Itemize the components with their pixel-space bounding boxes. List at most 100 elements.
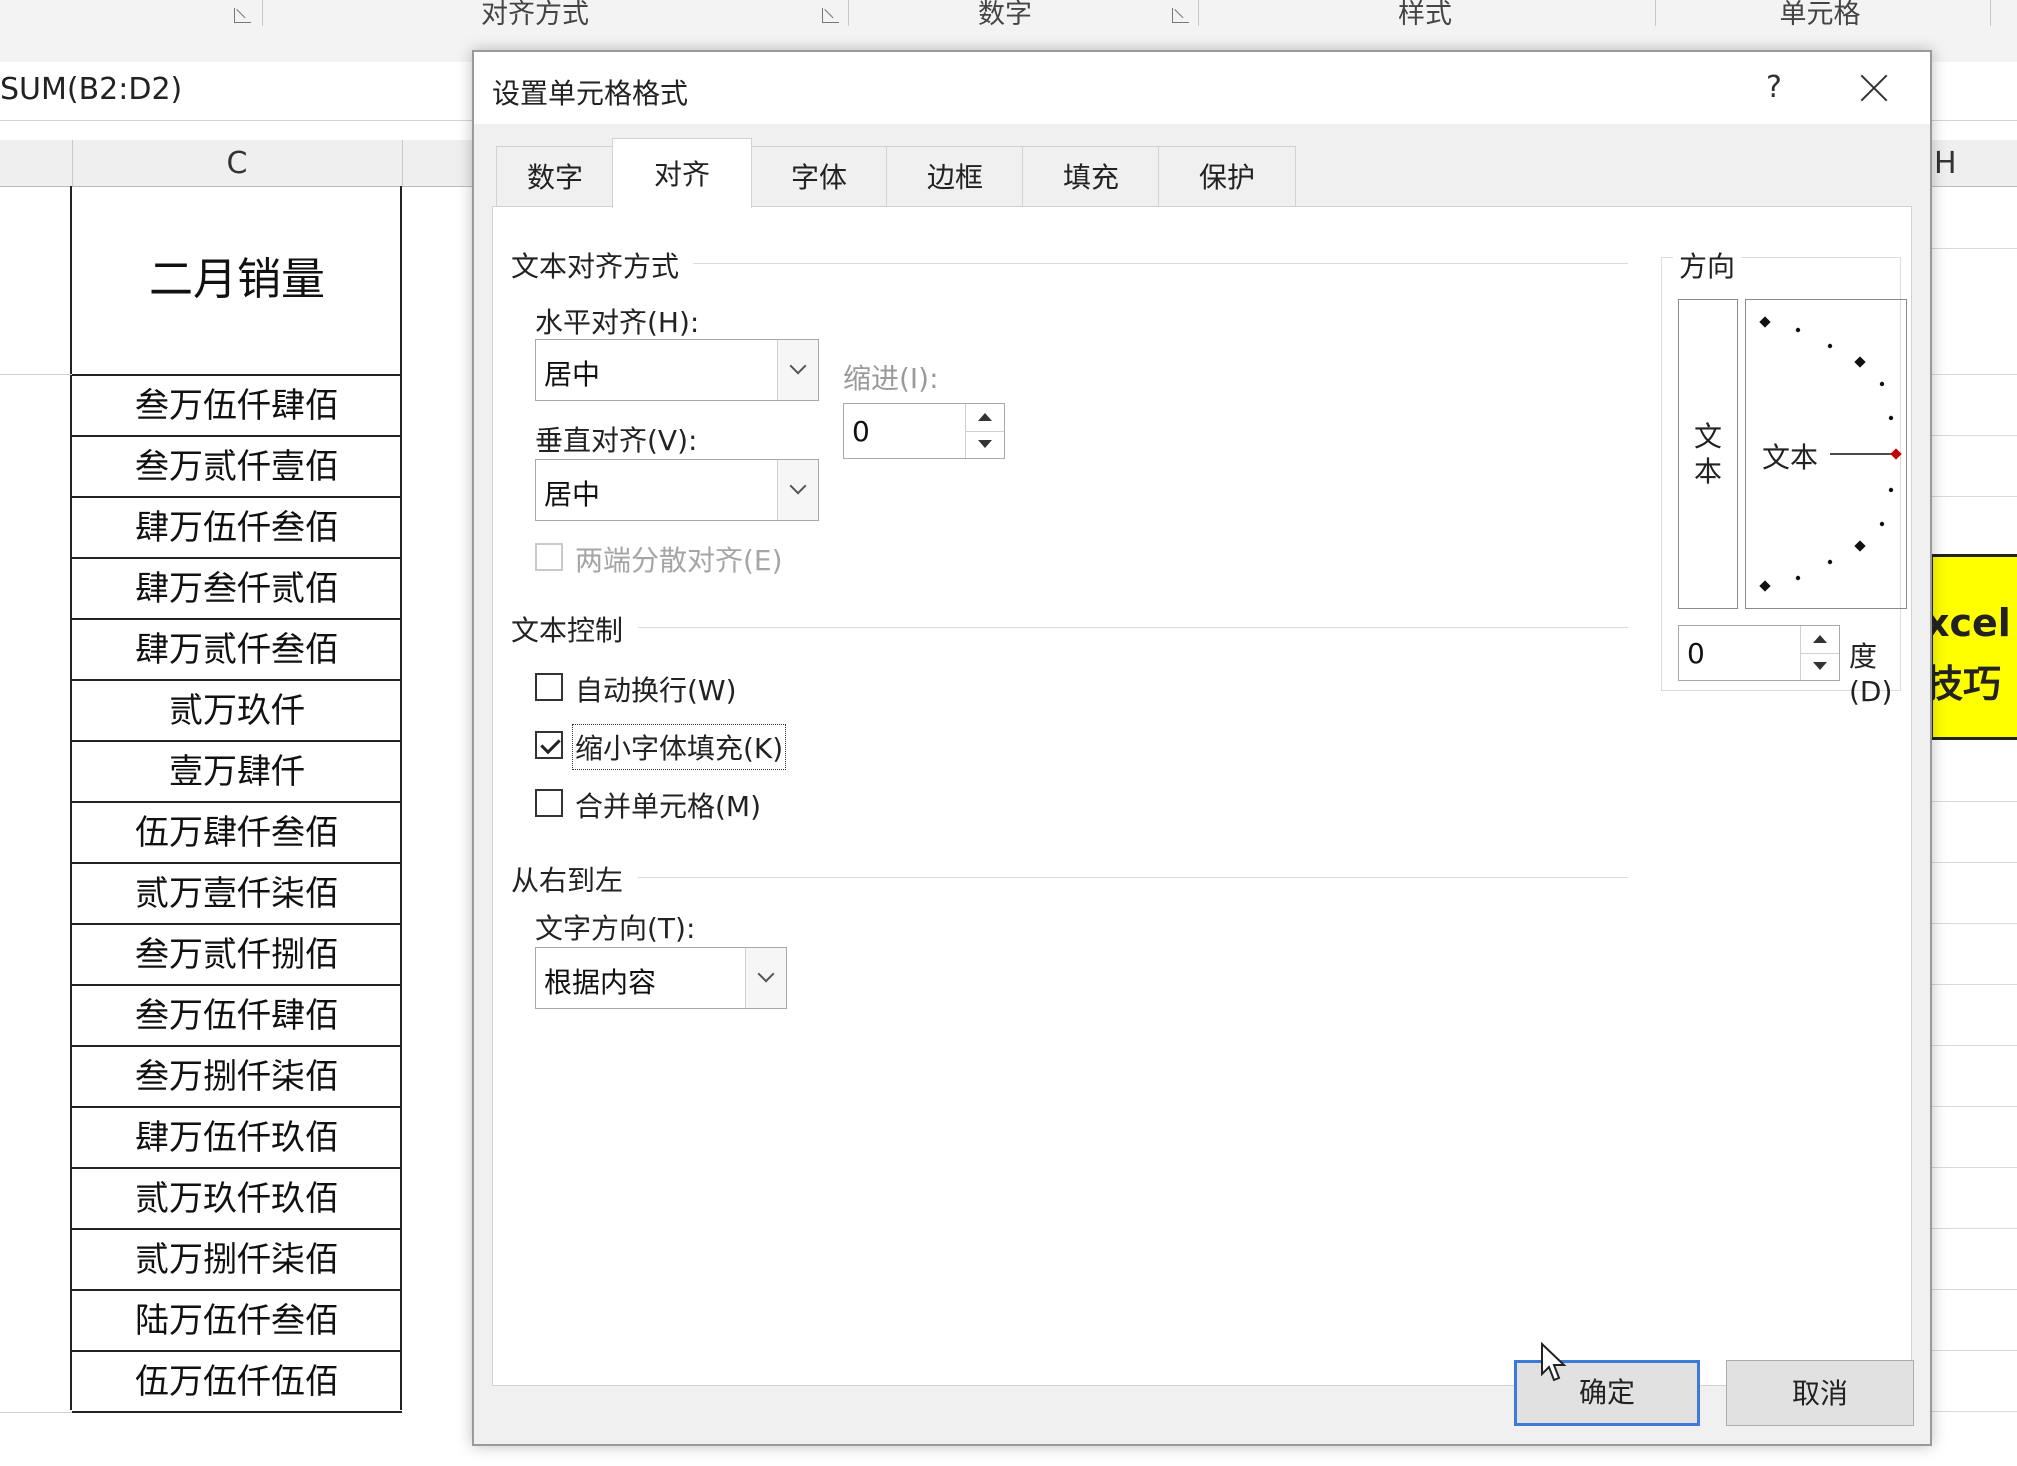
spin-up-icon[interactable] [966, 404, 1004, 432]
dial-dot-90-icon [1759, 316, 1771, 328]
tab-number[interactable]: 数字 [496, 146, 614, 206]
alignment-tab-panel: 文本对齐方式 水平对齐(H): 居中 缩进(I): 0 垂直对齐(V): 居中 … [492, 206, 1912, 1386]
dial-dot-icon [1879, 521, 1885, 527]
table-cell[interactable]: 叁万伍仟肆佰 [72, 376, 402, 437]
spin-down-icon[interactable] [966, 431, 1004, 458]
table-cell[interactable]: 伍万肆仟叁佰 [72, 803, 402, 864]
row-line [1930, 862, 2017, 863]
wrap-text-label[interactable]: 自动换行(W) [575, 669, 737, 709]
dial-dot-icon [1795, 327, 1801, 333]
row-line [1930, 801, 2017, 802]
orientation-dial[interactable]: 文本 [1745, 299, 1907, 609]
dial-dot-icon [1795, 575, 1801, 581]
indent-spinner[interactable]: 0 [843, 403, 1005, 459]
row-line [1930, 374, 2017, 375]
section-divider [693, 263, 1628, 264]
dial-dot-minus90-icon [1759, 580, 1771, 592]
dial-dot-minus45-icon [1854, 540, 1866, 552]
help-button[interactable]: ? [1754, 70, 1794, 105]
row-line [0, 1412, 72, 1413]
close-icon[interactable] [1854, 68, 1894, 108]
dial-dot-icon [1827, 343, 1833, 349]
row-line [1930, 984, 2017, 985]
table-cell[interactable]: 肆万伍仟叁佰 [72, 498, 402, 559]
chevron-down-icon[interactable] [777, 460, 818, 520]
merge-cells-label[interactable]: 合并单元格(M) [575, 785, 761, 825]
header-cell[interactable]: 二月销量 [72, 186, 402, 376]
row-line [1930, 1106, 2017, 1107]
tab-alignment[interactable]: 对齐 [612, 138, 752, 208]
yellow-cell-line1: xcel [1930, 601, 2011, 645]
spin-up-icon[interactable] [1801, 626, 1839, 654]
row-line [1930, 248, 2017, 249]
vertical-align-value: 居中 [544, 478, 601, 511]
table-cell[interactable]: 壹万肆仟 [72, 742, 402, 803]
horizontal-align-value: 居中 [544, 358, 601, 391]
dial-dot-icon [1827, 559, 1833, 565]
table-cell[interactable]: 肆万贰仟叁佰 [72, 620, 402, 681]
dialog-title: 设置单元格格式 [492, 77, 689, 110]
table-cell[interactable]: 叁万贰仟捌佰 [72, 925, 402, 986]
table-cell[interactable]: 叁万捌仟柒佰 [72, 1047, 402, 1108]
text-control-section-title: 文本控制 [511, 614, 624, 647]
text-direction-value: 根据内容 [544, 966, 657, 999]
format-cells-dialog: 设置单元格格式 ? 数字 对齐 字体 边框 填充 保护 文本对齐方式 水平对齐(… [472, 50, 1932, 1446]
row-line [0, 374, 72, 375]
indent-label: 缩进(I): [843, 362, 939, 395]
shrink-to-fit-checkbox[interactable]: 缩小字体填充(K) [535, 724, 835, 770]
table-cell[interactable]: 叁万伍仟肆佰 [72, 986, 402, 1047]
tab-font[interactable]: 字体 [750, 146, 888, 206]
yellow-highlight-cell[interactable]: xcel 技巧 [1930, 554, 2017, 740]
row-line [1930, 1045, 2017, 1046]
shrink-to-fit-label[interactable]: 缩小字体填充(K) [571, 724, 787, 770]
yellow-cell-line2: 技巧 [1930, 662, 2002, 706]
vertical-text-char: 文 [1693, 420, 1722, 453]
dial-dot-icon [1888, 487, 1894, 493]
vertical-text-toggle[interactable]: 文 本 [1678, 299, 1738, 609]
tab-border[interactable]: 边框 [886, 146, 1024, 206]
table-cell[interactable]: 伍万伍仟伍佰 [72, 1352, 402, 1413]
row-line [1930, 496, 2017, 497]
degrees-spinner[interactable]: 0 [1678, 625, 1840, 681]
table-cell[interactable]: 肆万叁仟贰佰 [72, 559, 402, 620]
justify-distributed-checkbox: 两端分散对齐(E) [535, 537, 835, 577]
dial-marker-0-icon [1890, 448, 1902, 460]
tab-protection[interactable]: 保护 [1158, 146, 1296, 206]
horizontal-align-dropdown[interactable]: 居中 [535, 339, 819, 401]
degrees-value[interactable]: 0 [1687, 637, 1705, 670]
justify-distributed-label: 两端分散对齐(E) [575, 544, 783, 577]
indent-spin-buttons [965, 404, 1004, 458]
checkbox-box[interactable] [535, 673, 563, 701]
table-cell[interactable]: 贰万玖仟 [72, 681, 402, 742]
row-line [1930, 1411, 2017, 1412]
tab-fill[interactable]: 填充 [1022, 146, 1160, 206]
spin-down-icon[interactable] [1801, 653, 1839, 680]
mouse-pointer-icon [1541, 1342, 1567, 1382]
horizontal-align-label: 水平对齐(H): [535, 306, 700, 339]
table-cell[interactable]: 肆万伍仟玖佰 [72, 1108, 402, 1169]
rtl-section-title: 从右到左 [511, 864, 624, 897]
dial-dot-icon [1888, 415, 1894, 421]
checkbox-checked-icon[interactable] [535, 731, 563, 759]
indent-value[interactable]: 0 [852, 415, 870, 448]
table-cell[interactable]: 贰万捌仟柒佰 [72, 1230, 402, 1291]
chevron-down-icon[interactable] [745, 948, 786, 1008]
wrap-text-checkbox[interactable]: 自动换行(W) [535, 667, 815, 707]
table-cell[interactable]: 贰万壹仟柒佰 [72, 864, 402, 925]
dialog-titlebar[interactable]: 设置单元格格式 ? [474, 52, 1930, 124]
cancel-button[interactable]: 取消 [1726, 1360, 1914, 1426]
section-divider [638, 627, 1628, 628]
vertical-align-dropdown[interactable]: 居中 [535, 459, 819, 521]
table-cell[interactable]: 叁万贰仟壹佰 [72, 437, 402, 498]
table-cell[interactable]: 陆万伍仟叁佰 [72, 1291, 402, 1352]
table-cell[interactable]: 贰万玖仟玖佰 [72, 1169, 402, 1230]
text-direction-label: 文字方向(T): [535, 912, 696, 945]
row-line [1930, 1350, 2017, 1351]
chevron-down-icon[interactable] [777, 340, 818, 400]
section-divider [638, 877, 1628, 878]
checkbox-box[interactable] [535, 789, 563, 817]
vertical-align-label: 垂直对齐(V): [535, 424, 698, 457]
text-direction-dropdown[interactable]: 根据内容 [535, 947, 787, 1009]
orientation-section-title: 方向 [1673, 245, 1742, 285]
merge-cells-checkbox[interactable]: 合并单元格(M) [535, 783, 815, 823]
